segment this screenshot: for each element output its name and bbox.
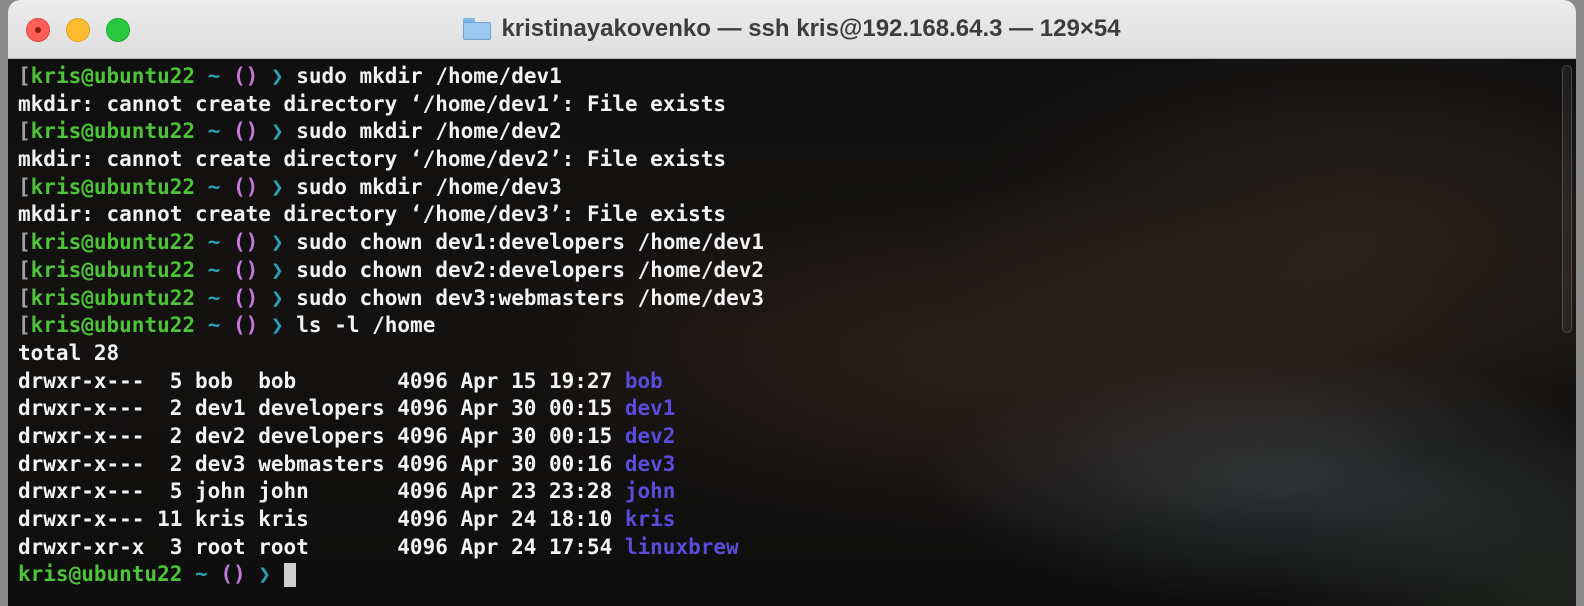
prompt-user-host: kris@ubuntu22 xyxy=(30,257,196,282)
prompt-line: [kris@ubuntu22 ~ () ❯ sudo mkdir /home/d… xyxy=(18,63,764,91)
prompt-arrow-icon: ❯ xyxy=(270,285,284,310)
prompt-tilde: ~ xyxy=(207,64,221,88)
prompt-user-host: kris@ubuntu22 xyxy=(30,64,196,88)
prompt-tilde: ~ xyxy=(207,174,221,199)
terminal-content[interactable]: [kris@ubuntu22 ~ () ❯ sudo mkdir /home/d… xyxy=(8,59,1576,606)
listing-details: drwxr-x--- 2 dev3 webmasters 4096 Apr 30… xyxy=(18,451,625,476)
output-line: mkdir: cannot create directory ‘/home/de… xyxy=(18,201,764,229)
prompt-user-host: kris@ubuntu22 xyxy=(18,562,183,587)
prompt-git-icon: () xyxy=(220,562,246,587)
command-text: sudo mkdir /home/dev1 xyxy=(296,64,562,88)
command-text: sudo mkdir /home/dev2 xyxy=(296,119,562,144)
close-button[interactable] xyxy=(26,18,50,42)
command-text: ls -l /home xyxy=(296,313,436,338)
prompt-tilde: ~ xyxy=(207,313,221,338)
directory-name: dev3 xyxy=(624,451,676,476)
terminal-window: kristinayakovenko — ssh kris@192.168.64.… xyxy=(8,0,1576,606)
listing-row: drwxr-x--- 5 bob bob 4096 Apr 15 19:27 b… xyxy=(18,368,764,396)
prompt-git-icon: () xyxy=(233,119,259,144)
listing-details: drwxr-x--- 11 kris kris 4096 Apr 24 18:1… xyxy=(18,507,625,531)
command-text: sudo chown dev1:developers /home/dev1 xyxy=(296,230,765,255)
listing-details: drwxr-x--- 2 dev2 developers 4096 Apr 30… xyxy=(18,423,625,448)
listing-row: drwxr-x--- 2 dev3 webmasters 4096 Apr 30… xyxy=(18,451,764,479)
prompt-line: [kris@ubuntu22 ~ () ❯ sudo mkdir /home/d… xyxy=(18,118,764,146)
prompt-arrow-icon: ❯ xyxy=(270,64,284,88)
prompt-bracket: [ xyxy=(18,257,31,282)
prompt-git-icon: () xyxy=(233,257,259,282)
listing-details: drwxr-x--- 2 dev1 developers 4096 Apr 30… xyxy=(18,396,625,421)
directory-name: linuxbrew xyxy=(624,534,739,559)
prompt-arrow-icon: ❯ xyxy=(270,119,284,144)
prompt-line: [kris@ubuntu22 ~ () ❯ sudo chown dev1:de… xyxy=(18,229,764,257)
output-text: mkdir: cannot create directory ‘/home/de… xyxy=(18,202,727,227)
directory-name: dev1 xyxy=(624,396,676,421)
prompt-user-host: kris@ubuntu22 xyxy=(30,174,196,199)
minimize-button[interactable] xyxy=(66,18,90,42)
prompt-bracket: [ xyxy=(18,313,31,338)
prompt-line: [kris@ubuntu22 ~ () ❯ sudo chown dev3:we… xyxy=(18,285,764,313)
terminal-lines: [kris@ubuntu22 ~ () ❯ sudo mkdir /home/d… xyxy=(18,63,764,589)
listing-row: drwxr-xr-x 3 root root 4096 Apr 24 17:54… xyxy=(18,534,764,562)
folder-icon xyxy=(463,18,492,40)
prompt-bracket: [ xyxy=(18,230,31,255)
directory-name: kris xyxy=(624,507,676,531)
prompt-line: [kris@ubuntu22 ~ () ❯ ls -l /home xyxy=(18,312,764,340)
prompt-tilde: ~ xyxy=(207,285,221,310)
text-cursor[interactable] xyxy=(283,563,296,588)
listing-row: drwxr-x--- 11 kris kris 4096 Apr 24 18:1… xyxy=(18,506,764,534)
prompt-tilde: ~ xyxy=(195,562,208,587)
prompt-tilde: ~ xyxy=(207,119,221,144)
listing-row: drwxr-x--- 2 dev2 developers 4096 Apr 30… xyxy=(18,423,764,451)
directory-name: bob xyxy=(624,368,663,393)
output-line: mkdir: cannot create directory ‘/home/de… xyxy=(18,146,764,174)
prompt-bracket: [ xyxy=(18,174,31,199)
prompt-bracket: [ xyxy=(18,119,31,144)
prompt-git-icon: () xyxy=(233,285,259,310)
output-text: mkdir: cannot create directory ‘/home/de… xyxy=(18,147,727,172)
listing-row: drwxr-x--- 2 dev1 developers 4096 Apr 30… xyxy=(18,395,764,423)
prompt-user-host: kris@ubuntu22 xyxy=(30,119,196,144)
prompt-arrow-icon: ❯ xyxy=(270,313,284,338)
prompt-git-icon: () xyxy=(233,64,259,88)
prompt-git-icon: () xyxy=(233,313,259,338)
prompt-line: [kris@ubuntu22 ~ () ❯ sudo mkdir /home/d… xyxy=(18,174,764,202)
prompt-bracket: [ xyxy=(18,64,31,88)
prompt-tilde: ~ xyxy=(207,230,221,255)
listing-details: drwxr-xr-x 3 root root 4096 Apr 24 17:54 xyxy=(18,534,625,559)
directory-name: dev2 xyxy=(624,423,676,448)
traffic-lights xyxy=(26,18,130,42)
prompt-arrow-icon: ❯ xyxy=(270,230,284,255)
command-text: sudo chown dev3:webmasters /home/dev3 xyxy=(296,285,765,310)
prompt-line: [kris@ubuntu22 ~ () ❯ sudo chown dev2:de… xyxy=(18,257,764,285)
output-line: mkdir: cannot create directory ‘/home/de… xyxy=(18,91,764,119)
output-text: total 28 xyxy=(18,340,120,365)
output-text: mkdir: cannot create directory ‘/home/de… xyxy=(18,91,727,116)
prompt-bracket: [ xyxy=(18,285,31,310)
prompt-user-host: kris@ubuntu22 xyxy=(30,285,196,310)
command-text: sudo chown dev2:developers /home/dev2 xyxy=(296,257,765,282)
window-title: kristinayakovenko — ssh kris@192.168.64.… xyxy=(501,15,1121,42)
title-bar[interactable]: kristinayakovenko — ssh kris@192.168.64.… xyxy=(8,0,1576,59)
prompt-git-icon: () xyxy=(233,230,259,255)
output-line: total 28 xyxy=(18,340,764,368)
prompt-arrow-icon: ❯ xyxy=(258,562,271,587)
scrollbar[interactable] xyxy=(1562,65,1572,333)
prompt-arrow-icon: ❯ xyxy=(270,174,284,199)
listing-details: drwxr-x--- 5 john john 4096 Apr 23 23:28 xyxy=(18,479,625,504)
prompt-arrow-icon: ❯ xyxy=(270,257,284,282)
directory-name: john xyxy=(624,479,676,504)
prompt-line: kris@ubuntu22 ~ () ❯ xyxy=(18,561,764,589)
prompt-tilde: ~ xyxy=(207,257,221,282)
listing-row: drwxr-x--- 5 john john 4096 Apr 23 23:28… xyxy=(18,478,764,506)
command-text: sudo mkdir /home/dev3 xyxy=(296,174,562,199)
listing-details: drwxr-x--- 5 bob bob 4096 Apr 15 19:27 xyxy=(18,368,625,393)
prompt-git-icon: () xyxy=(233,174,259,199)
zoom-button[interactable] xyxy=(106,18,130,42)
prompt-user-host: kris@ubuntu22 xyxy=(30,313,196,338)
window-title-group: kristinayakovenko — ssh kris@192.168.64.… xyxy=(463,15,1121,43)
prompt-user-host: kris@ubuntu22 xyxy=(30,230,196,255)
